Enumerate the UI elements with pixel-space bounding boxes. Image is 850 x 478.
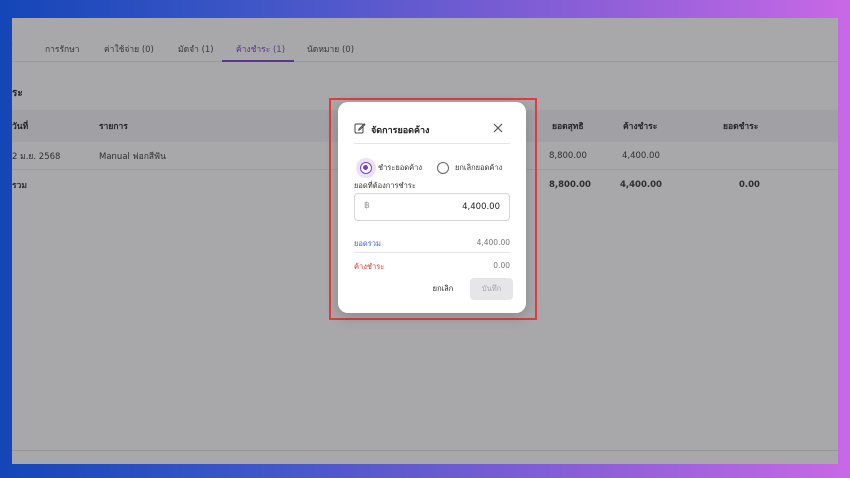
dialog-header: จัดการยอดค้าง — [354, 120, 510, 144]
summary-remaining-value: 0.00 — [493, 261, 510, 270]
payment-mode-group: ชำระยอดค้าง ยกเลิกยอดค้าง — [354, 160, 514, 176]
dialog-title: จัดการยอดค้าง — [371, 126, 430, 136]
amount-label: ยอดที่ต้องการชำระ — [354, 181, 416, 190]
amount-value: 4,400.00 — [462, 202, 500, 212]
pay-outstanding-option[interactable]: ชำระยอดค้าง — [360, 160, 422, 176]
pay-outstanding-label: ชำระยอดค้าง — [378, 163, 423, 172]
summary-remaining-row: ค้างชำระ 0.00 — [354, 256, 510, 276]
edit-icon — [354, 123, 366, 134]
manage-outstanding-dialog: จัดการยอดค้าง ชำระยอดค้าง ยกเลิกยอดค้าง … — [338, 102, 526, 313]
summary-total-label: ยอดรวม — [354, 239, 381, 248]
pay-outstanding-radio[interactable] — [360, 162, 372, 174]
summary-total-value: 4,400.00 — [476, 238, 510, 247]
cancel-button[interactable]: ยกเลิก — [424, 279, 462, 299]
baht-icon: ฿ — [364, 201, 370, 211]
summary-remaining-label: ค้างชำระ — [354, 262, 385, 271]
cancel-outstanding-radio[interactable] — [437, 162, 449, 174]
close-icon[interactable] — [492, 122, 504, 134]
summary-total-row: ยอดรวม 4,400.00 — [354, 233, 510, 253]
cancel-outstanding-option[interactable]: ยกเลิกยอดค้าง — [437, 160, 502, 176]
save-button[interactable]: บันทึก — [470, 278, 513, 300]
amount-input[interactable]: ฿ 4,400.00 — [354, 193, 510, 221]
cancel-outstanding-label: ยกเลิกยอดค้าง — [455, 163, 503, 172]
